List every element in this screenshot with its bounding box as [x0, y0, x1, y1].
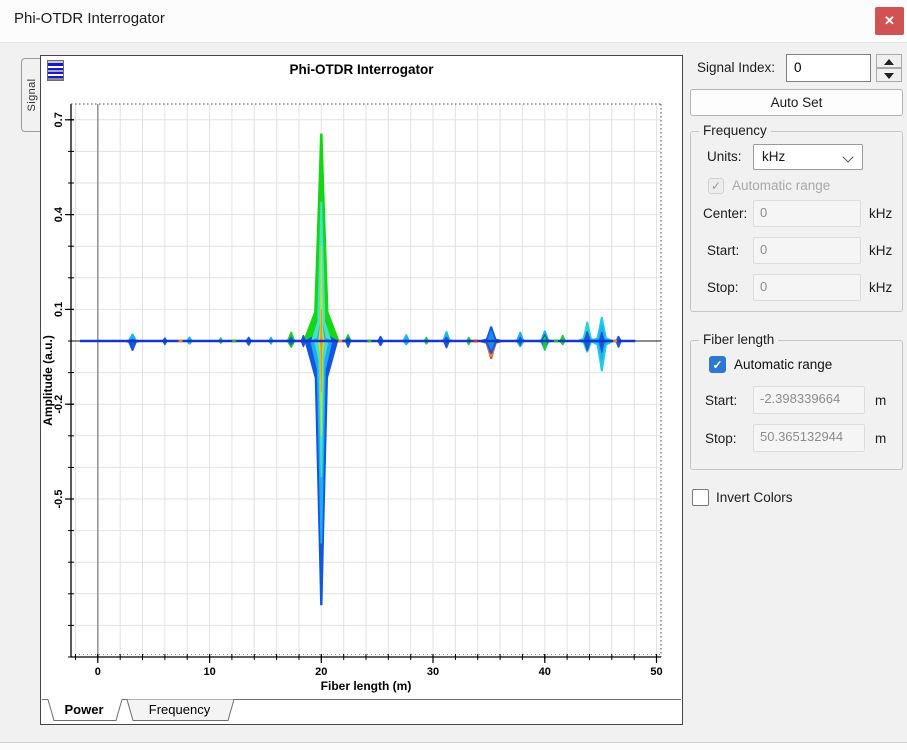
fiber-start-value: -2.398339664 — [760, 391, 840, 406]
signal-index-value: 0 — [794, 60, 802, 75]
close-icon: ✕ — [884, 13, 895, 28]
svg-text:-0.5: -0.5 — [53, 490, 65, 509]
close-button[interactable]: ✕ — [875, 7, 904, 35]
spin-up-button[interactable] — [876, 54, 902, 68]
arrow-down-icon — [884, 73, 894, 79]
svg-text:0.4: 0.4 — [53, 206, 65, 222]
center-label: Center: — [703, 206, 747, 221]
signal-index-input[interactable]: 0 — [786, 54, 871, 82]
freq-start-unit: kHz — [869, 243, 892, 258]
fiber-start-label: Start: — [705, 393, 737, 408]
freq-start-label: Start: — [707, 243, 739, 258]
tab-signal-label: Signal — [26, 79, 38, 112]
fiber-start-field: -2.398339664 — [753, 386, 865, 414]
frequency-group-title: Frequency — [699, 123, 771, 138]
fiber-stop-unit: m — [875, 431, 886, 446]
fiber-start-unit: m — [875, 393, 886, 408]
svg-text:40: 40 — [539, 666, 551, 678]
fiber-stop-label: Stop: — [705, 431, 737, 446]
fiber-length-group-title: Fiber length — [699, 332, 778, 347]
svg-text:Fiber length (m): Fiber length (m) — [321, 679, 412, 693]
fiber-auto-range-checkbox[interactable]: ✓ — [709, 356, 726, 373]
svg-text:20: 20 — [315, 666, 327, 678]
tab-power[interactable]: Power — [48, 702, 120, 717]
freq-stop-unit: kHz — [869, 280, 892, 295]
fiber-stop-field: 50.365132944 — [753, 424, 865, 452]
spin-down-button[interactable] — [876, 68, 902, 82]
frequency-auto-range-checkbox: ✓ — [708, 178, 724, 194]
frequency-auto-range-label: Automatic range — [732, 178, 830, 193]
freq-stop-value: 0 — [760, 279, 767, 294]
svg-text:0.7: 0.7 — [53, 112, 65, 127]
center-unit: kHz — [869, 206, 892, 221]
auto-set-button[interactable]: Auto Set — [690, 89, 903, 116]
frequency-group: Frequency Units: kHz ✓ Automatic range C… — [690, 131, 903, 312]
freq-start-field: 0 — [753, 237, 861, 264]
svg-text:0: 0 — [95, 666, 101, 678]
fiber-length-group: Fiber length ✓ Automatic range Start: -2… — [690, 340, 903, 470]
units-value: kHz — [762, 149, 785, 164]
svg-text:0.1: 0.1 — [53, 302, 65, 317]
plot-panel: Phi-OTDR Interrogator 0.70.40.1-0.2-0.50… — [40, 55, 683, 725]
signal-index-label: Signal Index: — [697, 60, 775, 75]
invert-colors-label: Invert Colors — [716, 490, 793, 505]
check-icon: ✓ — [710, 357, 725, 373]
fiber-stop-value: 50.365132944 — [760, 429, 843, 444]
freq-stop-label: Stop: — [707, 280, 739, 295]
center-value: 0 — [760, 205, 767, 220]
svg-text:10: 10 — [203, 666, 215, 678]
tab-signal[interactable]: Signal — [21, 58, 41, 132]
units-label: Units: — [707, 149, 742, 164]
freq-stop-field: 0 — [753, 274, 861, 301]
window-title: Phi-OTDR Interrogator — [14, 10, 165, 27]
arrow-up-icon — [884, 59, 894, 65]
svg-text:Amplitude (a.u.): Amplitude (a.u.) — [41, 335, 55, 426]
check-icon: ✓ — [709, 179, 723, 193]
svg-text:50: 50 — [650, 666, 662, 678]
invert-colors-checkbox[interactable] — [692, 489, 709, 506]
svg-text:30: 30 — [427, 666, 439, 678]
freq-start-value: 0 — [760, 242, 767, 257]
tab-frequency[interactable]: Frequency — [127, 702, 232, 717]
plot-canvas[interactable]: 0.70.40.1-0.2-0.501020304050Fiber length… — [41, 56, 682, 724]
chevron-down-icon — [842, 151, 853, 162]
fiber-auto-range-label: Automatic range — [734, 357, 832, 372]
units-dropdown[interactable]: kHz — [753, 144, 863, 170]
center-field: 0 — [753, 200, 861, 227]
